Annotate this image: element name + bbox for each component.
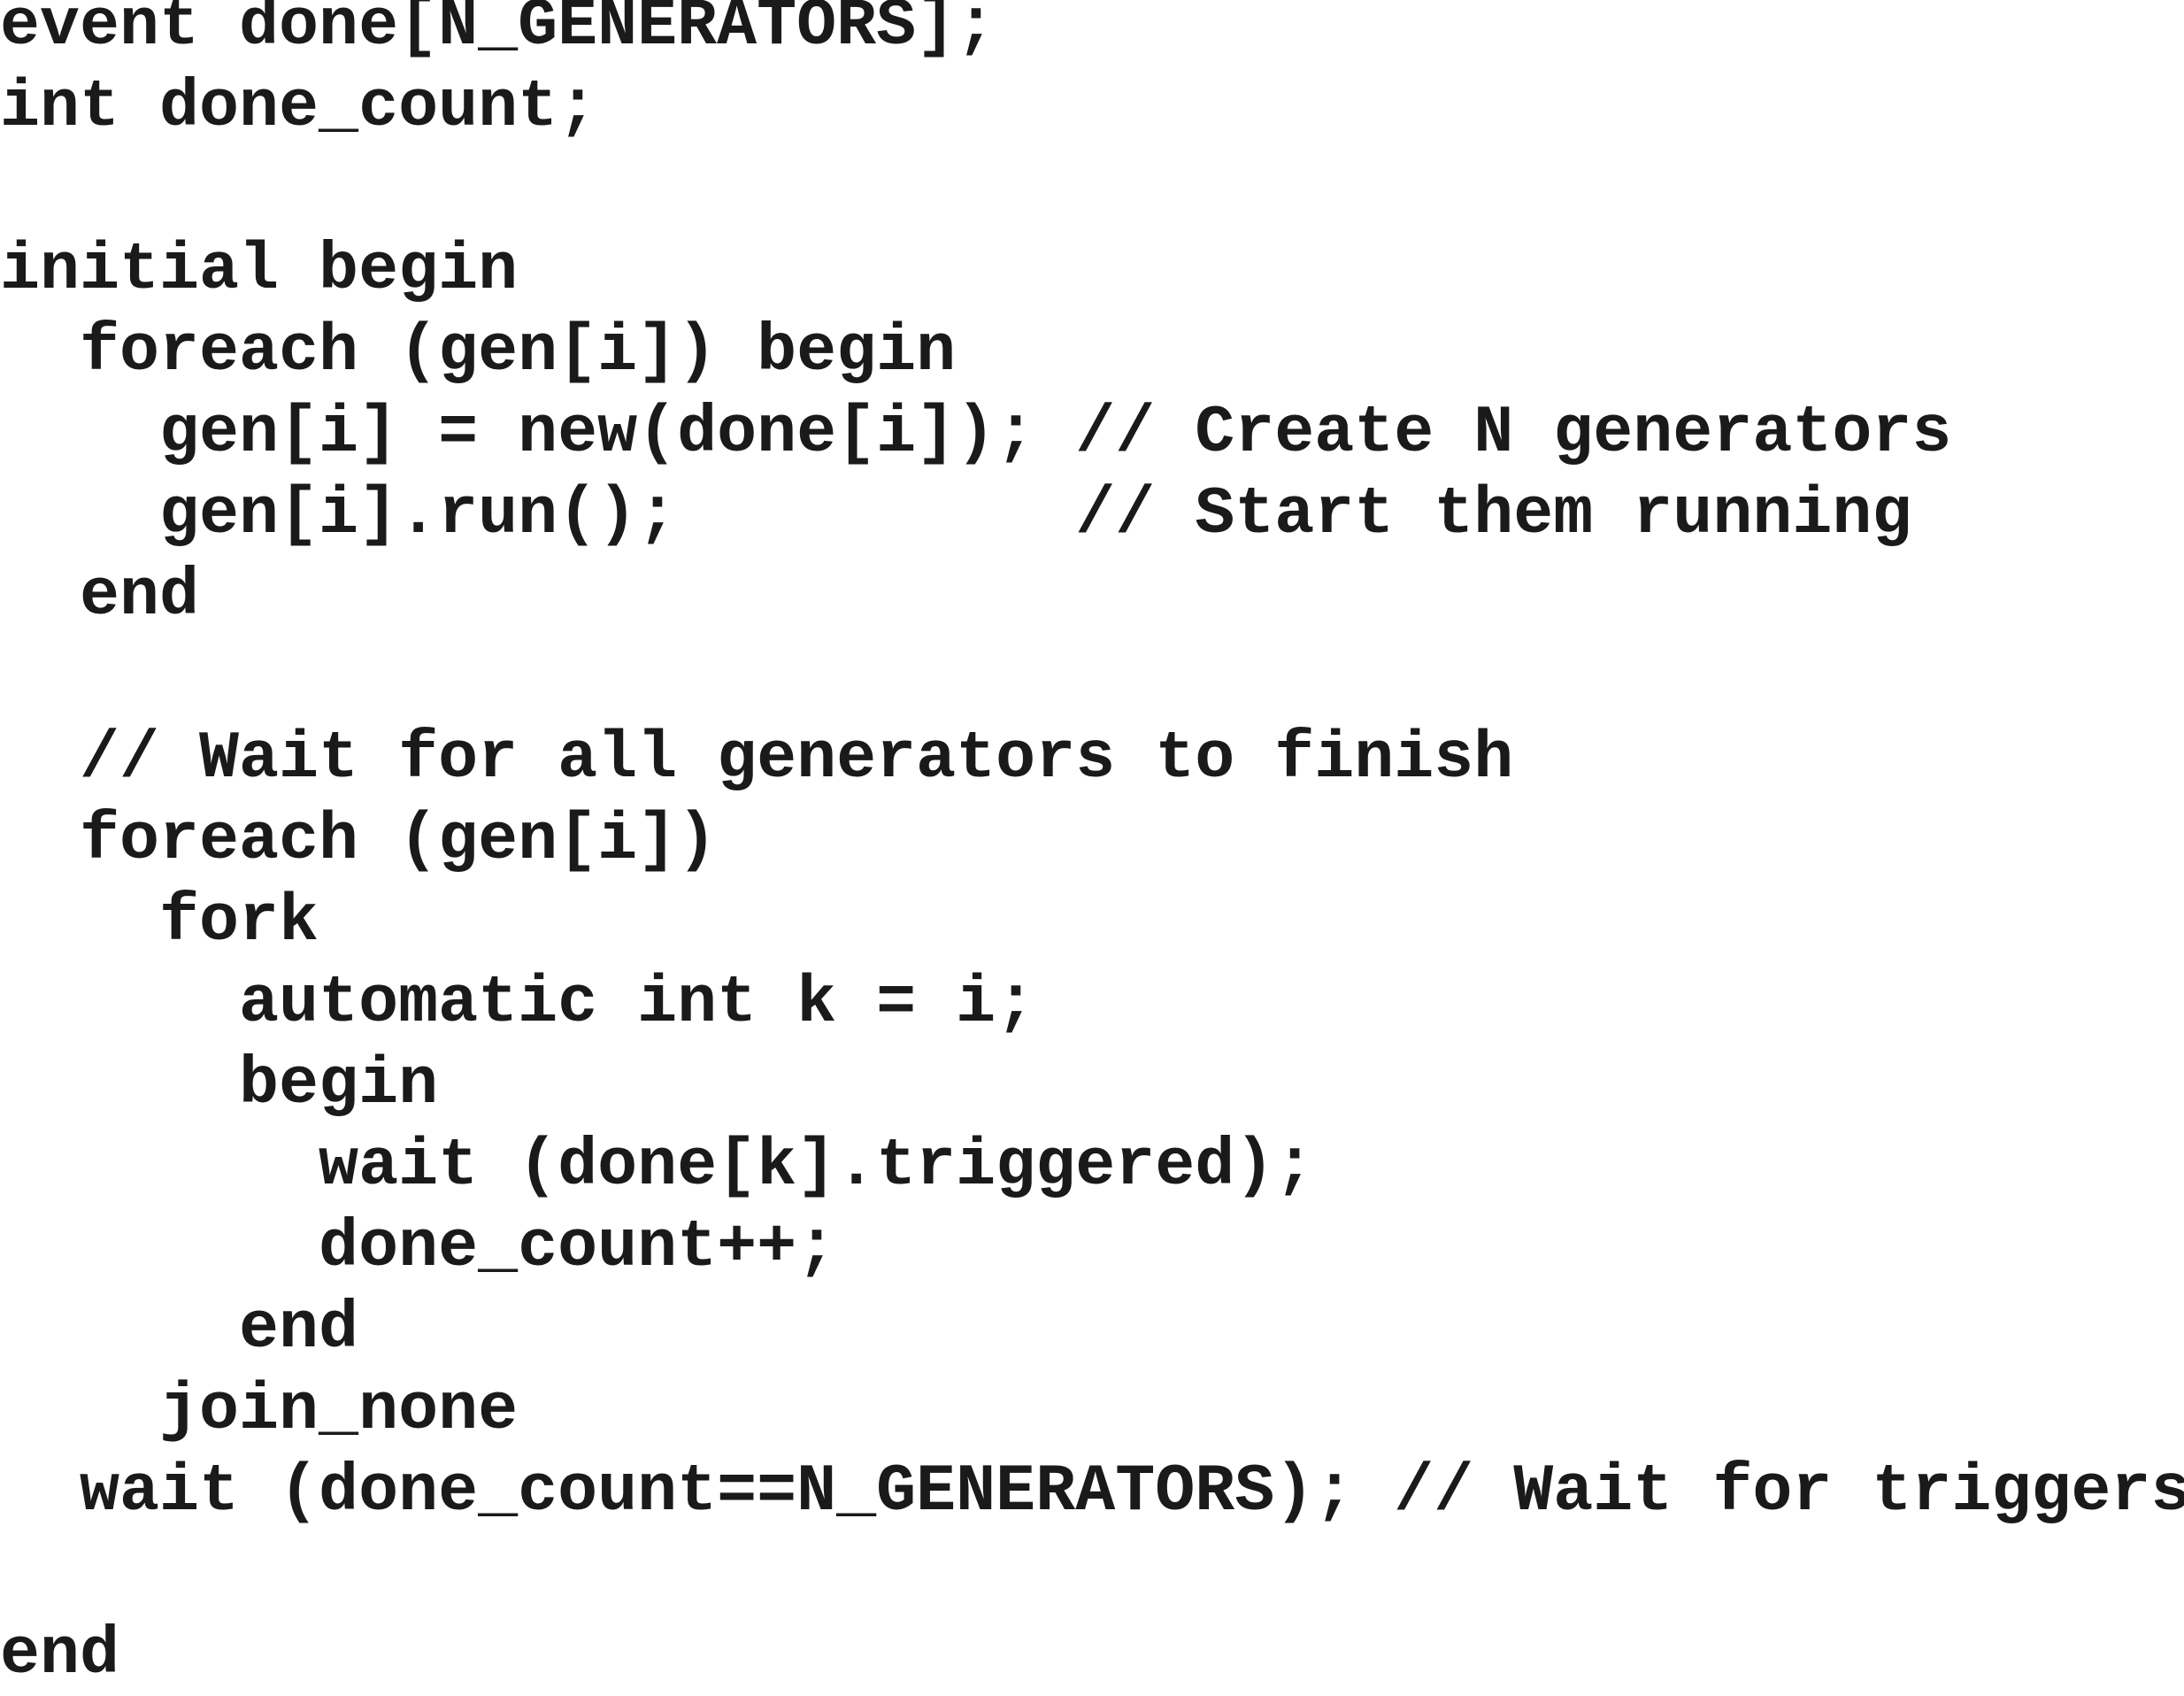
code-line-5: foreach (gen[i]) begin <box>0 314 957 389</box>
code-line-6: gen[i] = new(done[i]); // Create N gener… <box>0 396 1952 471</box>
code-line-12: fork <box>0 884 319 960</box>
code-line-10: // Wait for all generators to finish <box>0 721 1514 797</box>
code-listing: event done[N_GENERATORS]; int done_count… <box>0 0 2184 1692</box>
code-line-1: event done[N_GENERATORS]; <box>0 0 996 64</box>
code-line-19: wait (done_count==N_GENERATORS); // Wait… <box>0 1454 2184 1530</box>
code-line-17: end <box>0 1291 359 1367</box>
code-line-13: automatic int k = i; <box>0 966 1036 1041</box>
code-line-21: end <box>0 1617 120 1692</box>
code-line-4: initial begin <box>0 233 519 308</box>
code-line-8: end <box>0 559 200 634</box>
code-line-14: begin <box>0 1047 439 1122</box>
code-line-18: join_none <box>0 1373 519 1448</box>
code-line-2: int done_count; <box>0 70 598 145</box>
code-line-7: gen[i].run(); // Start them running <box>0 477 1912 552</box>
code-line-11: foreach (gen[i]) <box>0 803 718 878</box>
code-line-16: done_count++; <box>0 1210 837 1285</box>
code-line-15: wait (done[k].triggered); <box>0 1129 1315 1204</box>
